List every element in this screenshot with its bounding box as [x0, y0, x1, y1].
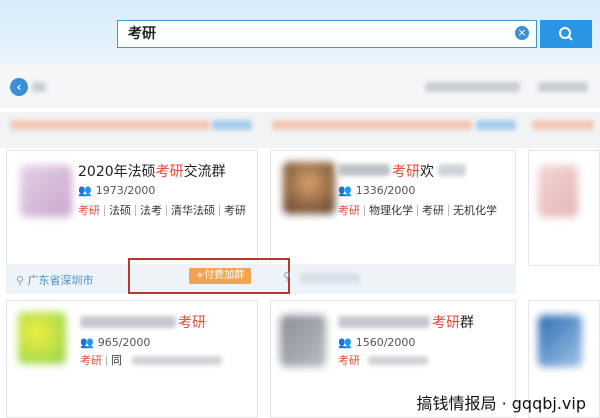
person-icon: 👥 [78, 184, 92, 197]
group-title[interactable]: 考研 [178, 312, 206, 332]
avatar [538, 165, 578, 217]
blurred-text [300, 273, 360, 283]
person-icon: 👥 [338, 184, 352, 197]
blurred-filter [272, 120, 472, 130]
blurred-text [338, 164, 390, 176]
tag: 无机化学 [448, 205, 501, 216]
close-circle-icon[interactable]: × [515, 26, 529, 40]
search-button[interactable] [540, 20, 592, 48]
member-count: 👥 965/2000 [80, 336, 151, 349]
tag: 法考 [135, 205, 166, 216]
blurred-filter [212, 120, 252, 130]
blurred-filter [476, 120, 516, 130]
location-pin-icon: ⚲ [16, 274, 28, 287]
member-count: 👥 1560/2000 [338, 336, 416, 349]
tag-list: 考研 法硕 法考 清华法硕 考研 [78, 204, 250, 217]
blurred-filter [10, 120, 210, 130]
tag: 考研 [417, 205, 448, 216]
tag: 考研 [338, 354, 360, 367]
tag: 物理化学 [364, 205, 417, 216]
tag: 同 [106, 355, 126, 366]
person-icon: 👥 [80, 336, 94, 349]
member-count: 👥 1336/2000 [338, 184, 416, 197]
search-input[interactable]: 考研 [117, 20, 537, 48]
avatar [280, 315, 326, 367]
group-title[interactable]: 2020年法硕考研交流群 [78, 161, 226, 181]
tag: 考研 [80, 354, 102, 367]
avatar [18, 312, 66, 364]
group-title[interactable]: 考研欢 [392, 161, 434, 181]
blurred-filter [532, 120, 594, 130]
magnifier-icon [559, 27, 573, 41]
blurred-text [538, 82, 588, 92]
tag: 考研 [338, 204, 360, 217]
blurred-text [338, 316, 430, 328]
tag-list: 考研 [338, 354, 364, 367]
tag-list: 考研同 [80, 354, 126, 367]
blurred-text [438, 164, 466, 176]
annotation-box [128, 258, 290, 294]
person-icon: 👥 [338, 336, 352, 349]
arrow-left-icon[interactable]: ‹ [10, 78, 28, 96]
group-title[interactable]: 考研群 [432, 312, 474, 332]
tag: 考研 [78, 204, 100, 217]
blurred-text [80, 316, 176, 328]
avatar [283, 162, 335, 214]
location-pin-icon: ⚲ [283, 270, 292, 283]
blurred-text [32, 82, 46, 92]
tag: 法硕 [104, 205, 135, 216]
blurred-text [368, 356, 428, 365]
tag: 清华法硕 [166, 205, 219, 216]
filter-row [0, 112, 600, 148]
tag-list: 考研 物理化学 考研 无机化学 [338, 204, 501, 217]
blurred-text [132, 356, 222, 365]
member-count: 👥 1973/2000 [78, 184, 156, 197]
avatar [538, 315, 582, 367]
avatar [20, 165, 72, 217]
watermark: 搞钱情报局 · gqqbj.vip [416, 394, 587, 413]
blurred-text [425, 82, 520, 92]
tag: 考研 [219, 205, 250, 216]
location: ⚲ 广东省深圳市 [16, 274, 94, 287]
